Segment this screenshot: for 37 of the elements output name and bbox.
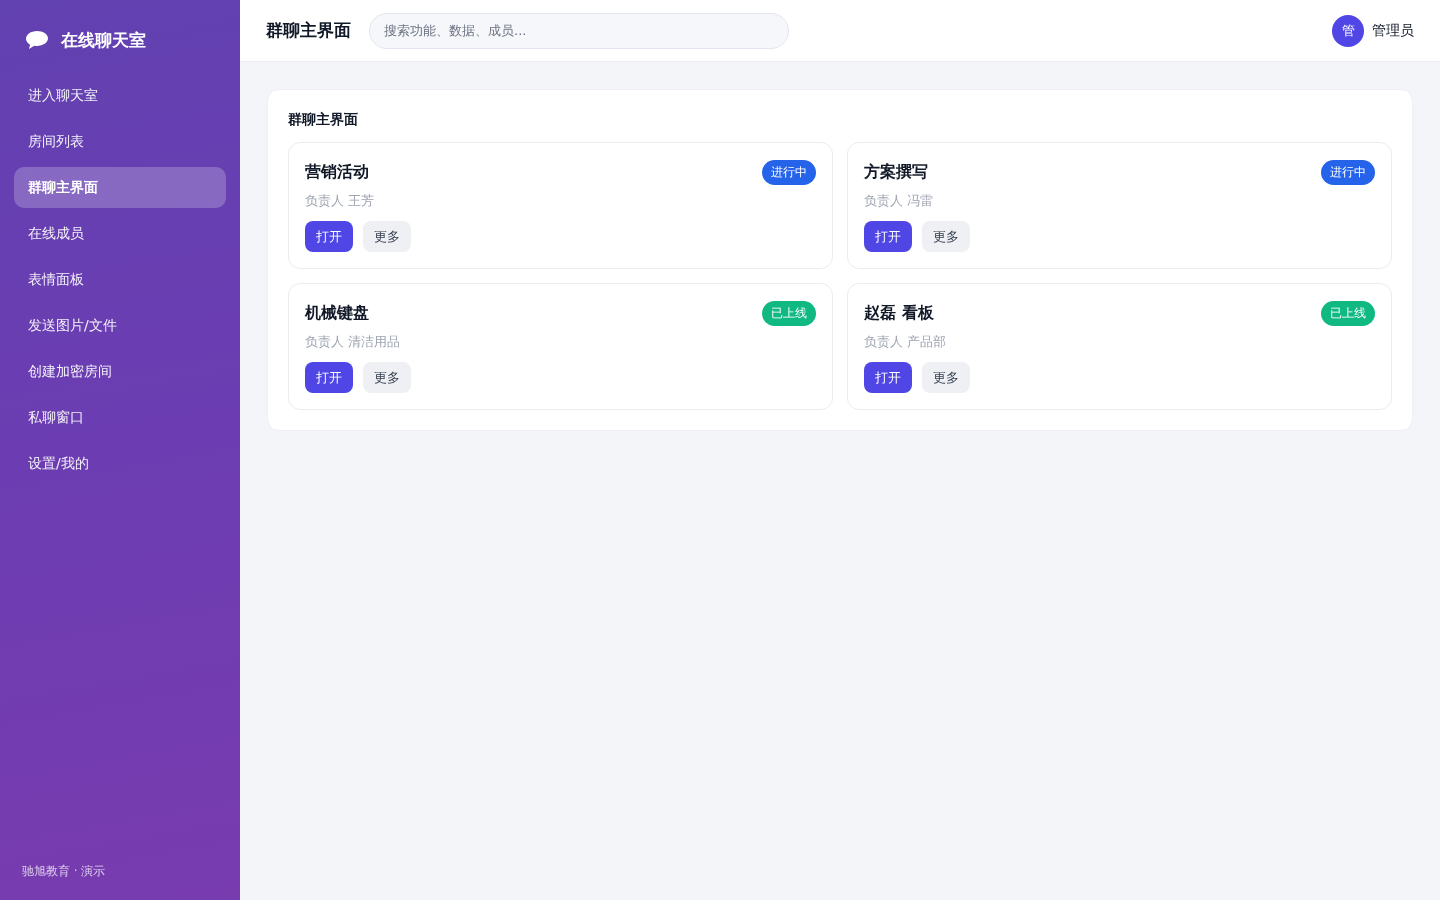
open-button[interactable]: 打开: [305, 362, 353, 393]
sidebar-item[interactable]: 房间列表: [14, 121, 226, 162]
more-button[interactable]: 更多: [922, 362, 970, 393]
more-button[interactable]: 更多: [363, 362, 411, 393]
card-title: 营销活动: [305, 161, 369, 183]
more-button[interactable]: 更多: [363, 221, 411, 252]
more-button[interactable]: 更多: [922, 221, 970, 252]
open-button[interactable]: 打开: [864, 362, 912, 393]
owner-text: 负责人 产品部: [864, 333, 948, 351]
footer-text: 驰旭教育 · 演示: [21, 863, 107, 880]
owner-text: 负责人 王芳: [305, 192, 376, 210]
status-badge: 已上线: [762, 300, 816, 326]
status-badge: 进行中: [1321, 159, 1375, 185]
page-title: 群聊主界面: [266, 19, 351, 42]
open-button[interactable]: 打开: [305, 221, 353, 252]
card-title: 赵磊 看板: [864, 302, 934, 324]
sidebar-item[interactable]: 设置/我的: [14, 443, 226, 484]
user-avatar[interactable]: 管: [1332, 14, 1364, 47]
owner-text: 负责人 冯雷: [864, 192, 935, 210]
status-badge: 进行中: [762, 159, 816, 185]
speech-bubble-icon: [25, 30, 49, 50]
search-field[interactable]: 搜索功能、数据、成员...: [369, 12, 789, 49]
card-title: 机械键盘: [305, 302, 369, 324]
user-name[interactable]: 管理员: [1372, 21, 1414, 40]
sidebar-item[interactable]: 创建加密房间: [14, 351, 226, 392]
card-title: 方案撰写: [864, 161, 928, 183]
app-title: 在线聊天室: [61, 28, 146, 52]
open-button[interactable]: 打开: [864, 221, 912, 252]
sidebar-item[interactable]: 在线成员: [14, 213, 226, 254]
sidebar-item[interactable]: 私聊窗口: [14, 397, 226, 438]
sidebar-item[interactable]: 进入聊天室: [14, 75, 226, 116]
sidebar-item[interactable]: 表情面板: [14, 259, 226, 300]
owner-text: 负责人 清洁用品: [305, 333, 402, 351]
sidebar-item[interactable]: 发送图片/文件: [14, 305, 226, 346]
panel-title: 群聊主界面: [288, 110, 359, 129]
sidebar-item[interactable]: 群聊主界面: [14, 167, 226, 208]
status-badge: 已上线: [1321, 300, 1375, 326]
